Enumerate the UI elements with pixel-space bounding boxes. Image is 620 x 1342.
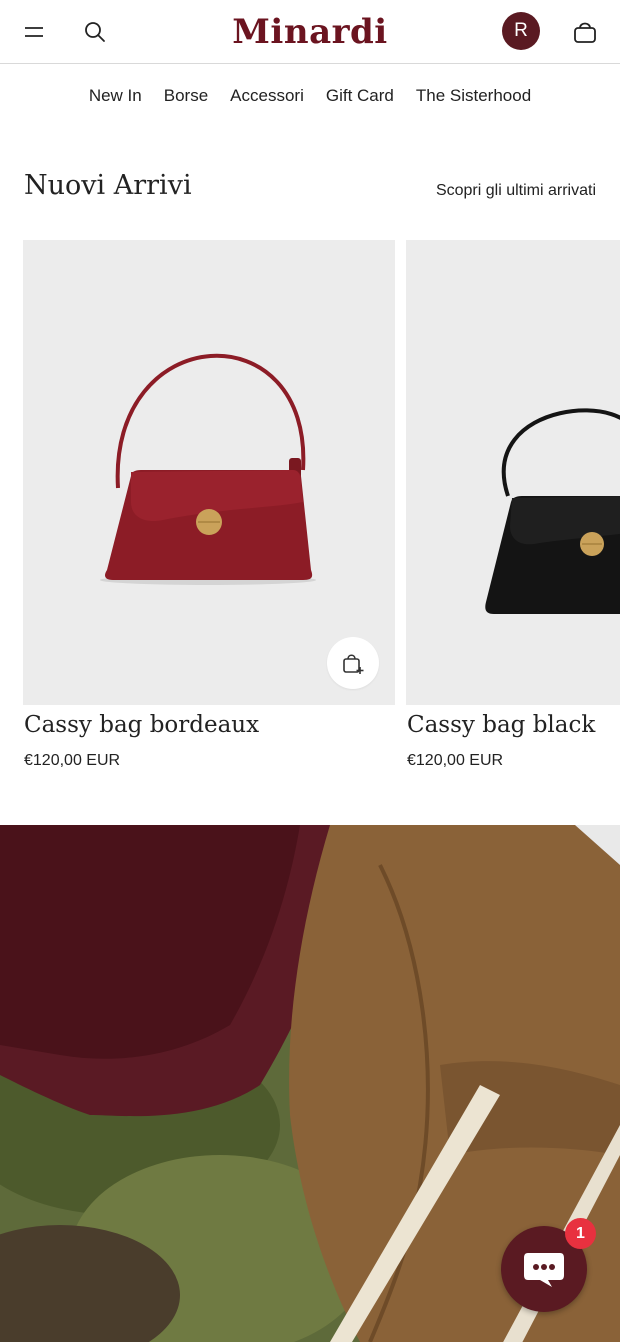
- product-name-bordeaux[interactable]: Cassy bag bordeaux: [24, 712, 259, 738]
- cart-button[interactable]: [565, 12, 605, 52]
- chat-notification-badge: 1: [565, 1218, 596, 1249]
- quick-add-button[interactable]: [327, 637, 379, 689]
- view-new-arrivals-link[interactable]: Scopri gli ultimi arrivati: [436, 182, 596, 200]
- shopping-bag-icon: [574, 22, 596, 43]
- chat-bubble-icon: [524, 1253, 564, 1287]
- nav-item-new-in[interactable]: New In: [89, 86, 142, 106]
- nav-item-borse[interactable]: Borse: [164, 86, 208, 106]
- account-avatar[interactable]: R: [502, 12, 540, 50]
- black-bag-image: [485, 408, 620, 614]
- product-price-bordeaux: €120,00 EUR: [24, 752, 121, 769]
- bordeaux-bag-image: [100, 353, 316, 585]
- product-price-black: €120,00 EUR: [407, 752, 504, 769]
- nav-item-accessori[interactable]: Accessori: [230, 86, 304, 106]
- product-name-black[interactable]: Cassy bag black: [407, 712, 595, 738]
- section-title: Nuovi Arrivi: [24, 170, 192, 201]
- nav-item-gift-card[interactable]: Gift Card: [326, 86, 394, 106]
- product-image-bordeaux[interactable]: [23, 240, 395, 705]
- site-header: Minardi R: [0, 0, 620, 64]
- main-navigation: New In Borse Accessori Gift Card The Sis…: [0, 86, 620, 106]
- product-image-black[interactable]: [406, 240, 620, 705]
- add-to-bag-icon: [343, 654, 364, 674]
- nav-item-sisterhood[interactable]: The Sisterhood: [416, 86, 531, 106]
